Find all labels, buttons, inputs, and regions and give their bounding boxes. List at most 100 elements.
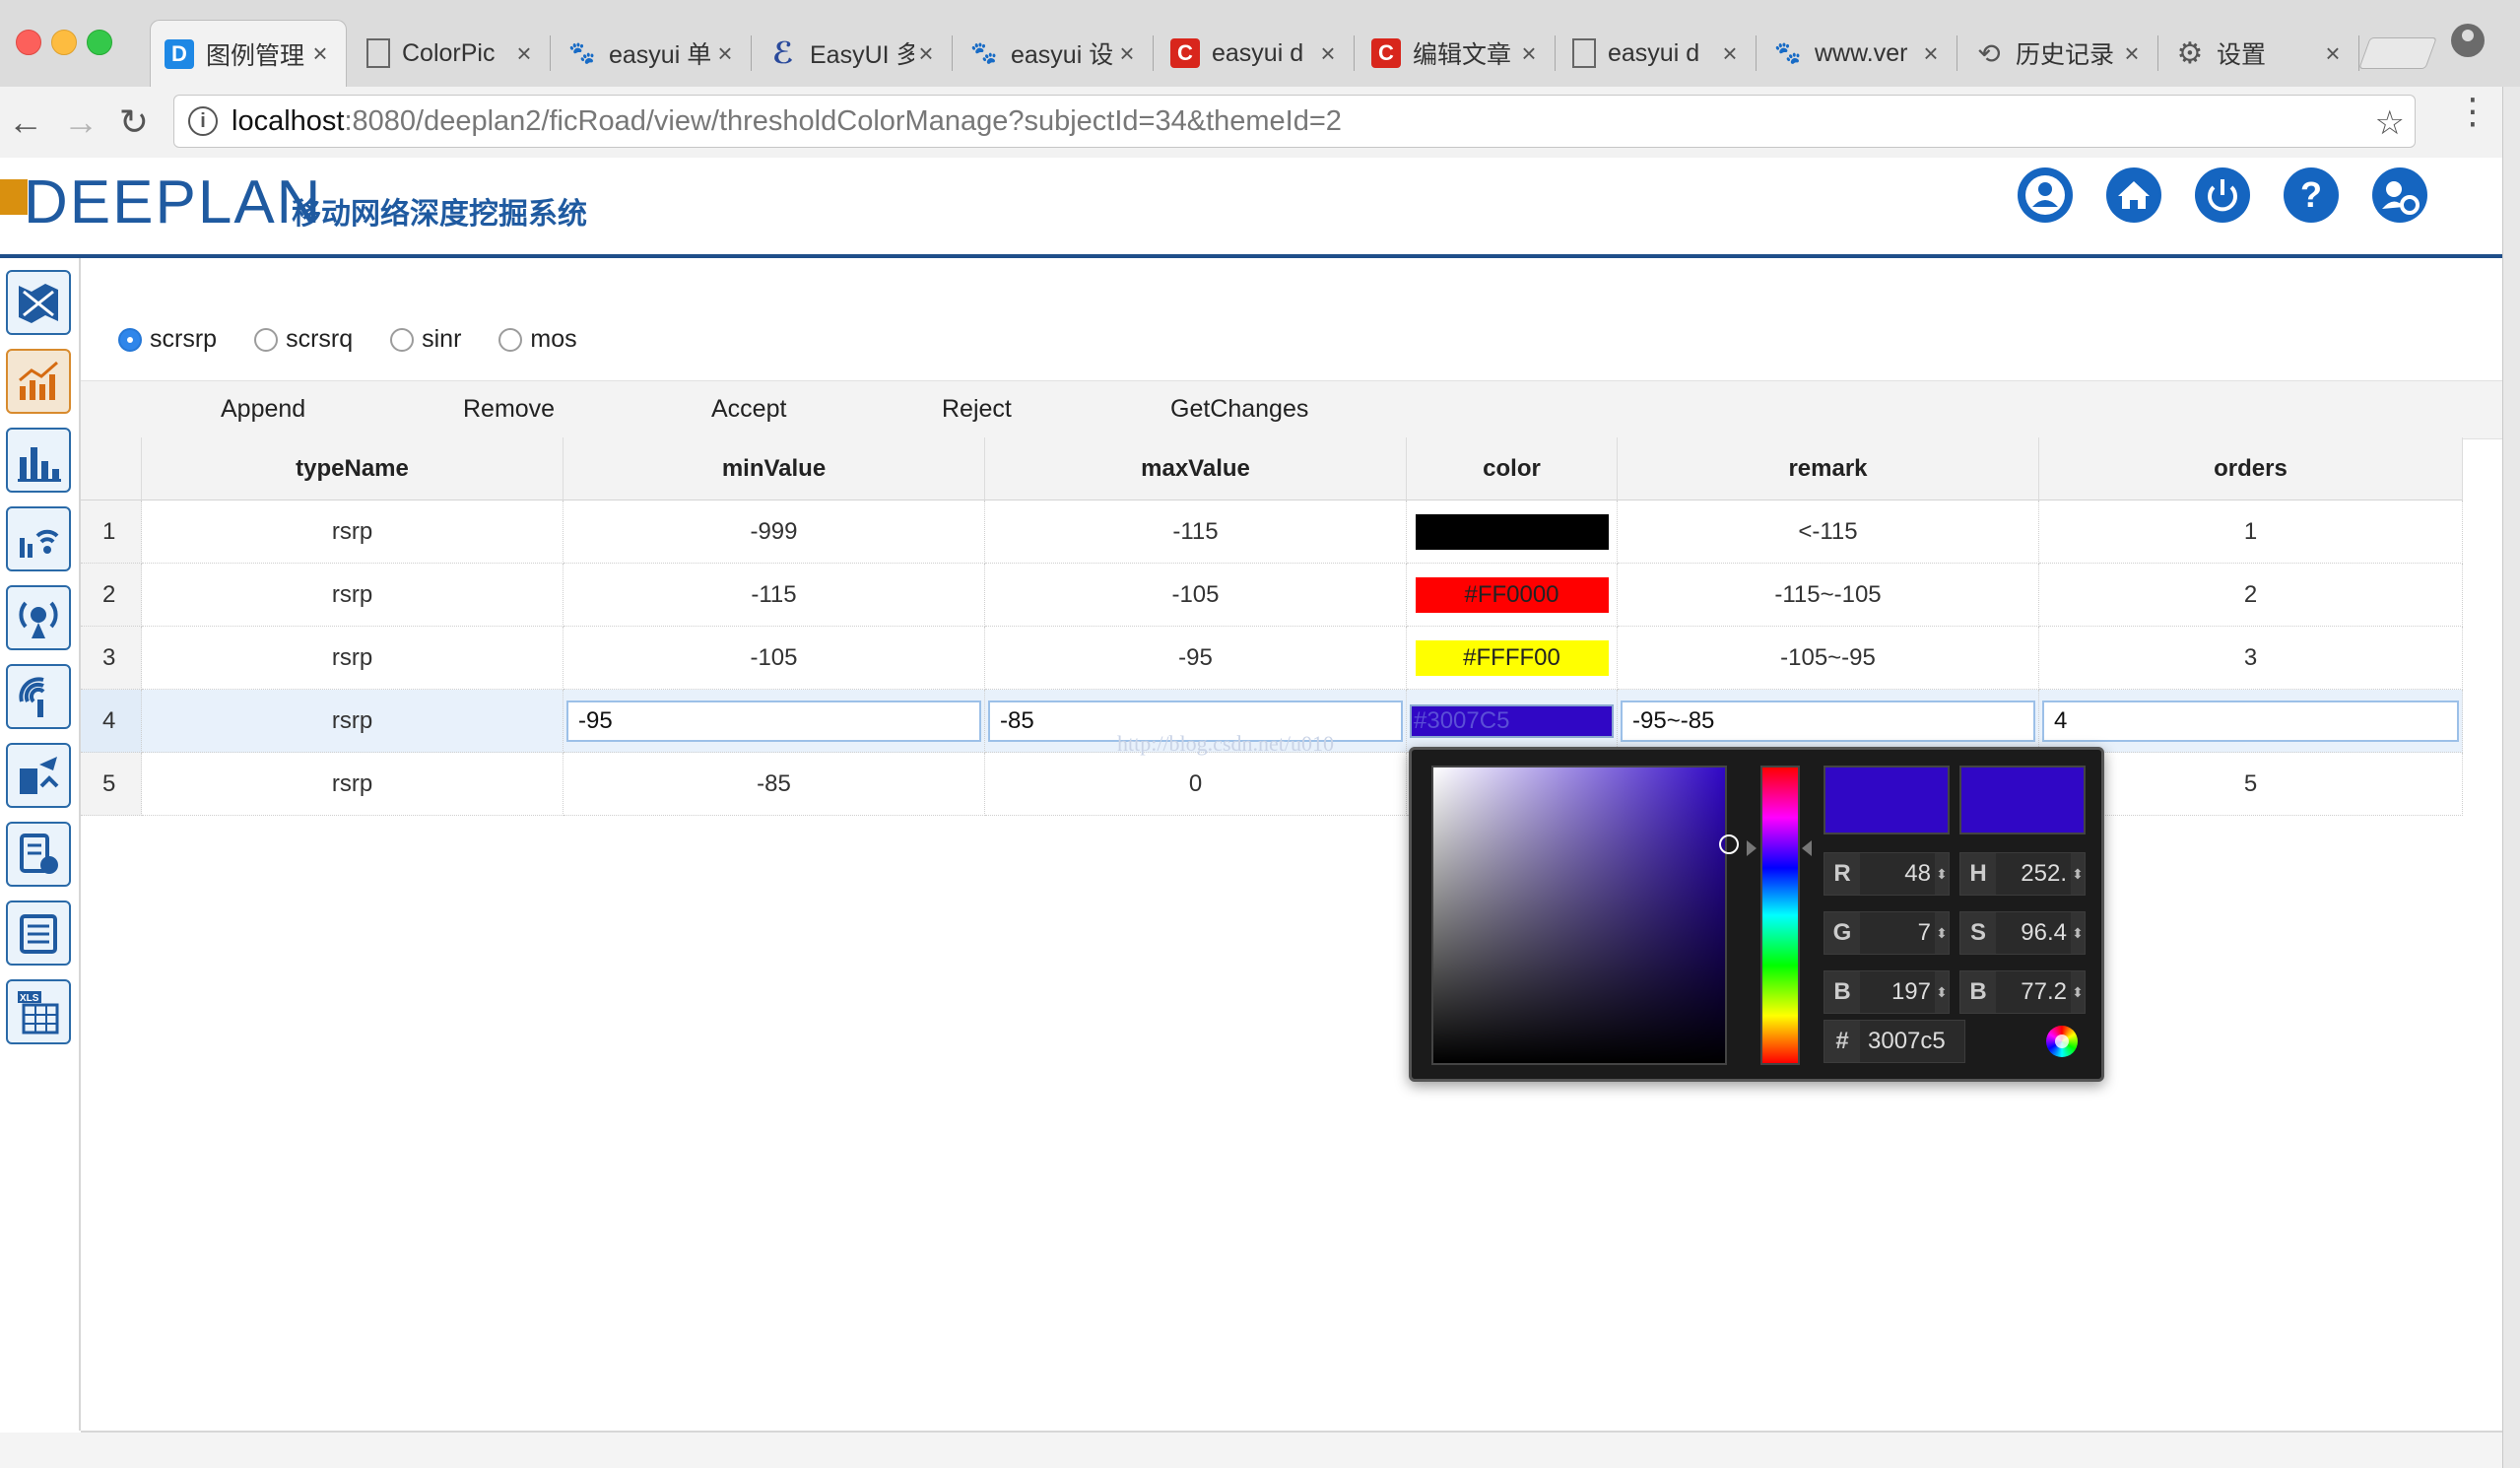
home-icon[interactable] <box>2106 167 2161 223</box>
menu-dots-icon[interactable]: ⋮ <box>2455 91 2490 132</box>
cell-minvalue[interactable]: -85 <box>564 753 985 816</box>
stepper-icon[interactable]: ⬍ <box>2071 925 2085 942</box>
header-minvalue[interactable]: minValue <box>564 437 985 500</box>
close-icon[interactable]: × <box>1115 38 1139 69</box>
header-remark[interactable]: remark <box>1618 437 2039 500</box>
cell-orders[interactable]: 1 <box>2039 500 2463 564</box>
maximize-window-button[interactable] <box>87 30 112 55</box>
close-icon[interactable]: × <box>914 38 938 69</box>
info-icon[interactable]: i <box>188 106 218 136</box>
header-color[interactable]: color <box>1407 437 1618 500</box>
browser-tab-4[interactable]: ℰ EasyUI 多 × <box>755 20 953 87</box>
stepper-icon[interactable]: ⬍ <box>2071 866 2085 883</box>
cell-typename[interactable]: rsrp <box>142 690 564 753</box>
remark-input[interactable]: -95~-85 <box>1621 700 2035 742</box>
power-icon[interactable] <box>2195 167 2250 223</box>
reload-icon[interactable]: ↻ <box>112 100 156 144</box>
table-row[interactable]: 1 rsrp -999 -115 <-115 1 <box>81 500 2463 564</box>
color-input[interactable]: #3007C5 <box>1410 703 1614 738</box>
cell-maxvalue[interactable]: -105 <box>985 564 1407 627</box>
signal-icon[interactable] <box>6 506 71 571</box>
radio-scrsrp[interactable]: scrsrp <box>118 325 217 354</box>
brightness-field[interactable]: B 77.2 ⬍ <box>1959 970 2086 1014</box>
cell-orders[interactable]: 2 <box>2039 564 2463 627</box>
browser-tab-5[interactable]: 🐾 easyui 设 × <box>956 20 1154 87</box>
radio-scrsrq[interactable]: scrsrq <box>254 325 353 354</box>
line-chart-icon[interactable] <box>6 349 71 414</box>
broadcast-icon[interactable] <box>6 664 71 729</box>
color-wheel-icon[interactable] <box>2046 1026 2078 1057</box>
map-icon[interactable] <box>6 270 71 335</box>
header-maxvalue[interactable]: maxValue <box>985 437 1407 500</box>
saturation-brightness-area[interactable] <box>1431 766 1739 1065</box>
settings-icon[interactable] <box>2372 167 2427 223</box>
get-changes-button[interactable]: GetChanges <box>1170 395 1308 424</box>
close-icon[interactable]: × <box>1316 38 1340 69</box>
close-icon[interactable]: × <box>713 38 737 69</box>
blue-field[interactable]: B 197 ⬍ <box>1824 970 1950 1014</box>
browser-tab-10[interactable]: ⟲ 历史记录 × <box>1960 20 2158 87</box>
cell-orders[interactable]: 3 <box>2039 627 2463 690</box>
radio-button[interactable] <box>254 327 279 352</box>
report-icon[interactable] <box>6 743 71 808</box>
cell-remark[interactable]: -105~-95 <box>1618 627 2039 690</box>
radio-button[interactable] <box>498 327 523 352</box>
help-icon[interactable]: ? <box>2284 167 2339 223</box>
browser-tab-2[interactable]: ColorPic × <box>353 20 551 87</box>
close-icon[interactable]: × <box>2321 38 2345 69</box>
hue-field[interactable]: H 252. ⬍ <box>1959 852 2086 896</box>
browser-tab-11[interactable]: ⚙ 设置 × <box>2161 20 2359 87</box>
stepper-icon[interactable]: ⬍ <box>1935 866 1949 883</box>
cell-remark[interactable]: -115~-105 <box>1618 564 2039 627</box>
browser-tab-3[interactable]: 🐾 easyui 单 × <box>554 20 752 87</box>
radio-button[interactable] <box>118 327 142 352</box>
cell-typename[interactable]: rsrp <box>142 627 564 690</box>
radio-mos[interactable]: mos <box>498 325 577 354</box>
browser-tab-9[interactable]: 🐾 www.ver × <box>1759 20 1957 87</box>
new-tab-button[interactable] <box>2358 37 2437 69</box>
bar-chart-icon[interactable] <box>6 428 71 493</box>
cell-color[interactable]: #FF0000 <box>1407 564 1618 627</box>
close-icon[interactable]: × <box>1919 38 1943 69</box>
stepper-icon[interactable]: ⬍ <box>1935 925 1949 942</box>
cell-typename[interactable]: rsrp <box>142 564 564 627</box>
remove-button[interactable]: Remove <box>463 395 555 424</box>
radio-sinr[interactable]: sinr <box>390 325 461 354</box>
table-row[interactable]: 2 rsrp -115 -105 #FF0000 -115~-105 2 <box>81 564 2463 627</box>
red-field[interactable]: R 48 ⬍ <box>1824 852 1950 896</box>
cell-color[interactable]: #FFFF00 <box>1407 627 1618 690</box>
browser-tab-8[interactable]: easyui d × <box>1558 20 1757 87</box>
close-icon[interactable]: × <box>1718 38 1742 69</box>
url-input[interactable]: i localhost:8080/deeplan2/ficRoad/view/t… <box>173 95 2416 148</box>
stepper-icon[interactable]: ⬍ <box>1935 984 1949 1001</box>
header-typename[interactable]: typeName <box>142 437 564 500</box>
bookmark-star-icon[interactable]: ☆ <box>2375 103 2405 143</box>
table-row[interactable]: 3 rsrp -105 -95 #FFFF00 -105~-95 3 <box>81 627 2463 690</box>
xls-icon[interactable]: XLS <box>6 979 71 1044</box>
hex-field[interactable]: #3007c5 <box>1824 1020 1965 1063</box>
cell-minvalue[interactable]: -115 <box>564 564 985 627</box>
close-icon[interactable]: × <box>2120 38 2144 69</box>
user-icon[interactable] <box>2018 167 2073 223</box>
reject-button[interactable]: Reject <box>942 395 1012 424</box>
cell-typename[interactable]: rsrp <box>142 753 564 816</box>
sv-handle[interactable] <box>1719 834 1739 854</box>
browser-tab-6[interactable]: C easyui d × <box>1157 20 1355 87</box>
document-edit-icon[interactable] <box>6 822 71 887</box>
close-icon[interactable]: × <box>1517 38 1541 69</box>
radio-button[interactable] <box>390 327 415 352</box>
stepper-icon[interactable]: ⬍ <box>2071 984 2085 1001</box>
cell-minvalue[interactable]: -105 <box>564 627 985 690</box>
forward-arrow-icon[interactable]: → <box>59 100 102 144</box>
cell-maxvalue[interactable]: -115 <box>985 500 1407 564</box>
back-arrow-icon[interactable]: ← <box>4 100 47 144</box>
hue-slider[interactable] <box>1760 766 1800 1065</box>
cell-minvalue[interactable]: -999 <box>564 500 985 564</box>
close-icon[interactable]: × <box>512 38 536 69</box>
minvalue-input[interactable]: -95 <box>566 700 981 742</box>
cell-remark[interactable]: <-115 <box>1618 500 2039 564</box>
close-window-button[interactable] <box>16 30 41 55</box>
append-button[interactable]: Append <box>221 395 305 424</box>
minimize-window-button[interactable] <box>51 30 77 55</box>
antenna-icon[interactable] <box>6 585 71 650</box>
